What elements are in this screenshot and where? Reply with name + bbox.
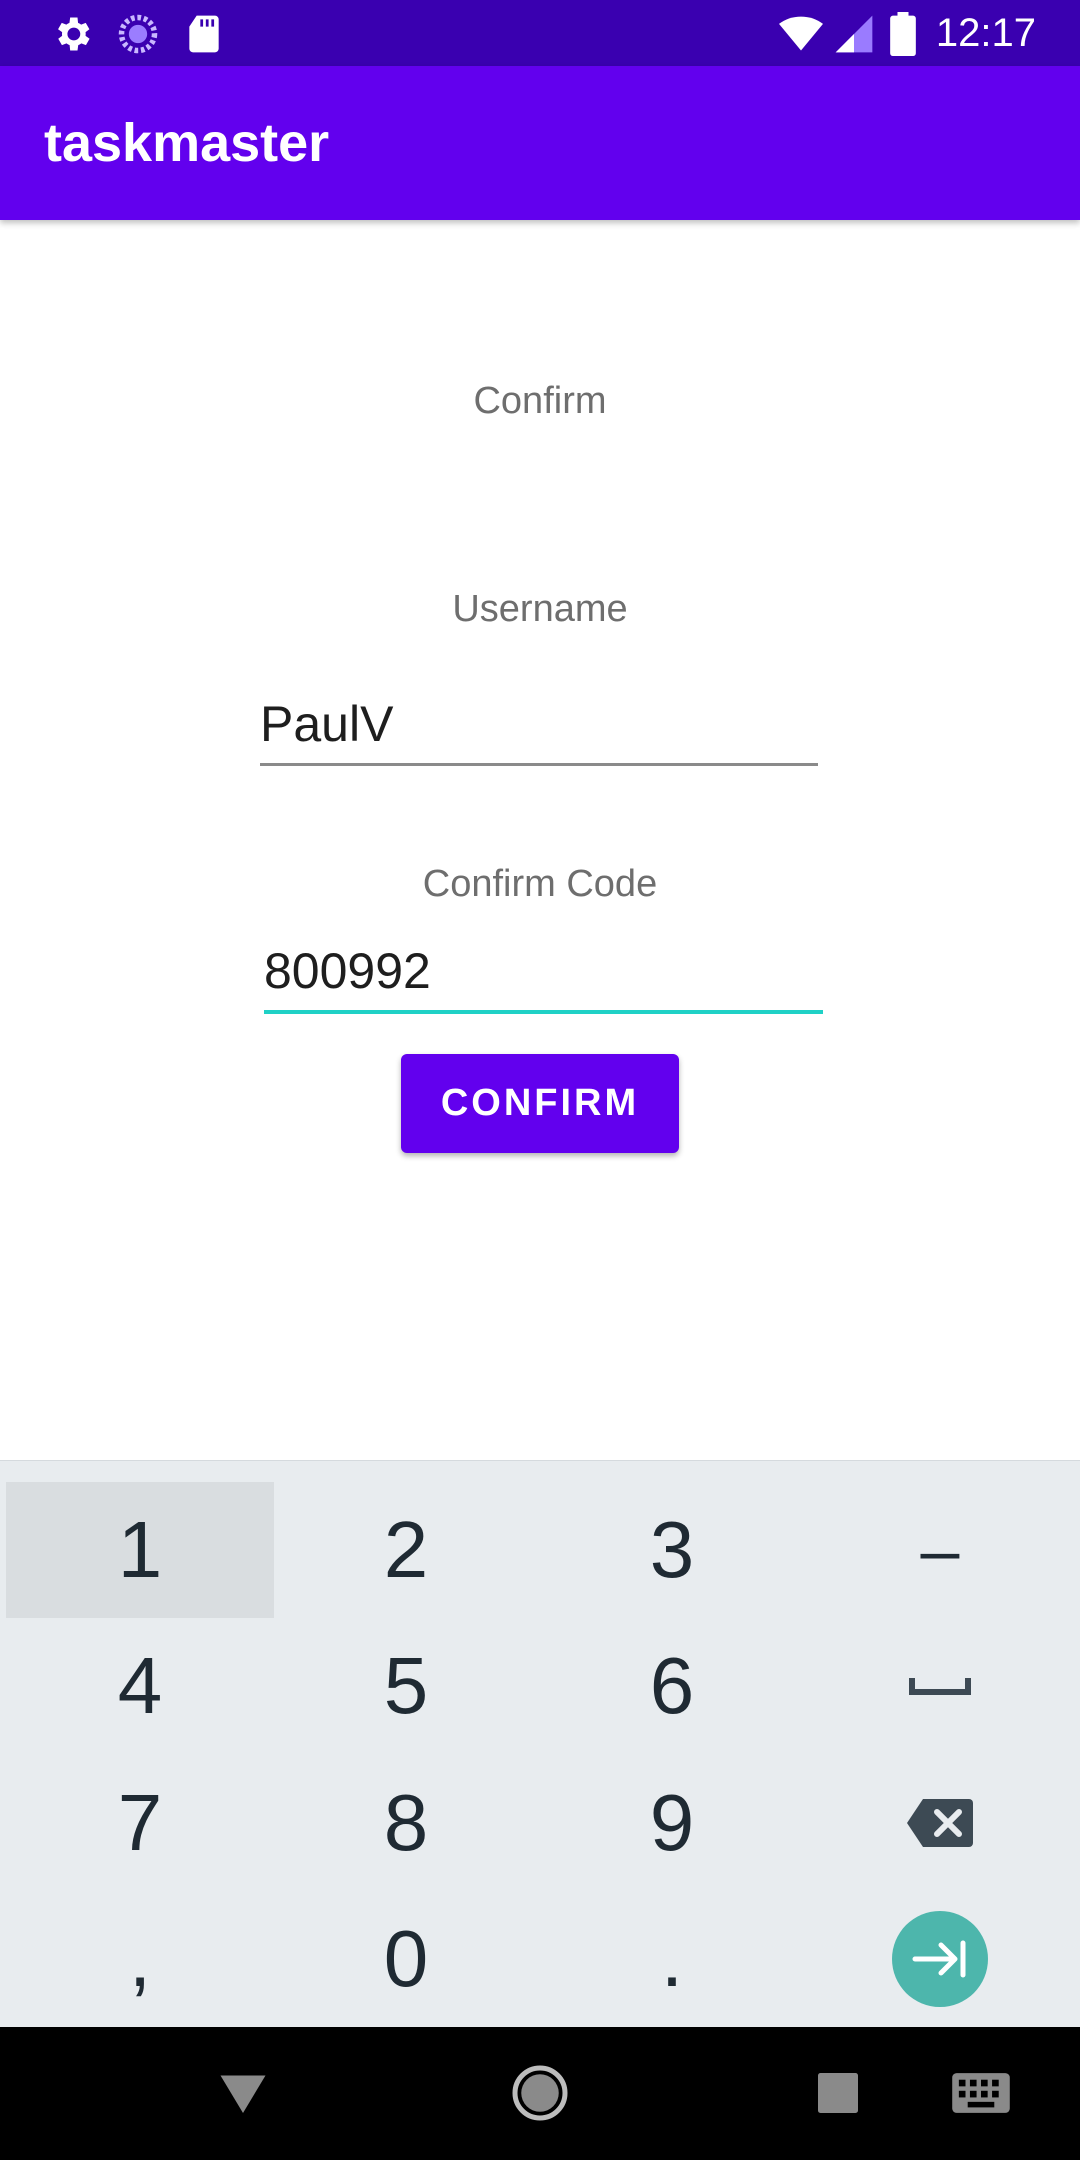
page-heading: Confirm <box>473 380 607 422</box>
home-icon[interactable] <box>510 2063 570 2123</box>
key-4[interactable]: 4 <box>6 1618 274 1754</box>
username-input[interactable] <box>260 680 818 763</box>
key-2[interactable]: 2 <box>272 1482 540 1618</box>
key-period[interactable]: . <box>538 1891 806 2027</box>
key-next[interactable] <box>806 1891 1074 2027</box>
wifi-icon <box>779 16 823 51</box>
backspace-icon <box>907 1799 973 1847</box>
battery-icon <box>890 12 916 56</box>
key-3[interactable]: 3 <box>538 1482 806 1618</box>
space-icon <box>909 1678 971 1695</box>
key-9[interactable]: 9 <box>538 1755 806 1891</box>
confirm-code-label: Confirm Code <box>422 863 658 905</box>
key-space[interactable] <box>806 1618 1074 1754</box>
app-title: taskmaster <box>44 113 330 173</box>
sd-card-icon <box>189 15 219 53</box>
key-1[interactable]: 1 <box>6 1482 274 1618</box>
next-field-icon <box>912 1940 966 1978</box>
confirm-button[interactable]: CONFIRM <box>401 1054 679 1153</box>
recents-icon[interactable] <box>808 2063 868 2123</box>
back-icon[interactable] <box>213 2063 273 2123</box>
key-0[interactable]: 0 <box>272 1891 540 2027</box>
username-label: Username <box>452 588 628 630</box>
clock: 12:17 <box>935 11 1036 55</box>
key-5[interactable]: 5 <box>272 1618 540 1754</box>
numeric-keyboard: 1 2 3 – 4 5 6 7 8 9 , 0 . <box>0 1460 1080 2027</box>
key-6[interactable]: 6 <box>538 1618 806 1754</box>
navigation-bar <box>0 2027 1080 2160</box>
app-bar: taskmaster <box>0 66 1080 220</box>
confirm-code-field[interactable] <box>264 928 823 1014</box>
confirm-code-input[interactable] <box>264 928 823 1010</box>
key-dash[interactable]: – <box>806 1482 1074 1618</box>
username-field[interactable] <box>260 680 818 766</box>
loading-icon <box>118 14 158 54</box>
settings-icon <box>58 17 90 51</box>
key-backspace[interactable] <box>806 1755 1074 1891</box>
key-7[interactable]: 7 <box>6 1755 274 1891</box>
key-8[interactable]: 8 <box>272 1755 540 1891</box>
cellular-signal-icon <box>835 15 873 53</box>
next-field-button[interactable] <box>892 1911 988 2007</box>
keyboard-switch-icon[interactable] <box>950 2063 1012 2123</box>
key-comma[interactable]: , <box>6 1891 274 2027</box>
status-bar: 12:17 <box>0 0 1080 66</box>
